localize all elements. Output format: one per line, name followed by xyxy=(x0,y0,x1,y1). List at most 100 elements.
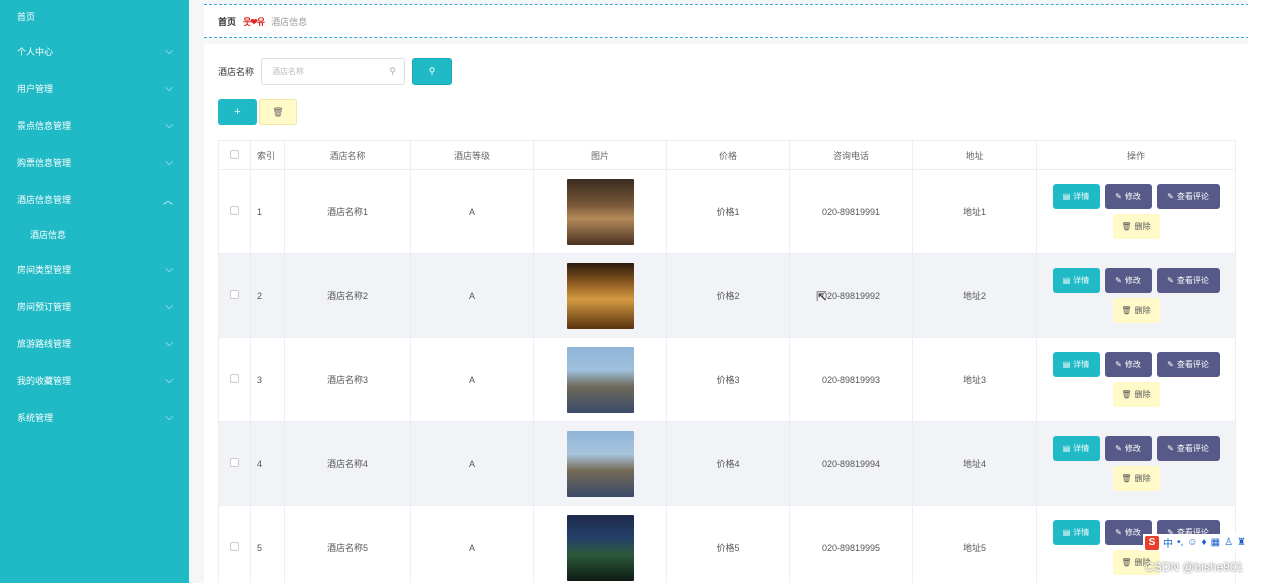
ime-chinese-mode[interactable]: 中 xyxy=(1163,535,1173,550)
hotel-address: 地址3 xyxy=(912,337,1037,422)
hotel-name: 酒店名称2 xyxy=(284,253,411,338)
hotel-phone: 020-89819995 xyxy=(789,505,913,583)
document-icon: ▤ xyxy=(1062,192,1071,201)
edit-button[interactable]: ✎ 修改 xyxy=(1104,352,1152,377)
action-row: + 🗑 xyxy=(218,99,297,125)
row-checkbox[interactable] xyxy=(230,458,239,467)
hotel-phone: 020-89819993 xyxy=(789,337,913,422)
sidebar-item-users[interactable]: 用户管理 ⌵ xyxy=(0,70,189,107)
sidebar-item-label: 酒店信息 xyxy=(30,230,67,240)
edit-label: 修改 xyxy=(1124,276,1141,285)
sidebar-item-system[interactable]: 系统管理 ⌵ xyxy=(0,399,189,436)
sidebar-item-hotels[interactable]: 酒店信息管理 ︿ xyxy=(0,181,189,218)
row-select-cell xyxy=(218,253,251,338)
chevron-down-icon: ⌵ xyxy=(165,338,173,349)
sidebar-item-label: 房间预订管理 xyxy=(17,302,72,312)
sidebar-item-room-booking[interactable]: 房间预订管理 ⌵ xyxy=(0,288,189,325)
column-header: 咨询电话 xyxy=(789,140,913,170)
skin-icon[interactable]: ♜ xyxy=(1237,537,1246,548)
hotel-name: 酒店名称3 xyxy=(284,337,411,422)
hotel-image xyxy=(566,178,634,245)
edit-label: 修改 xyxy=(1124,444,1141,453)
hotel-price: 价格3 xyxy=(666,337,790,422)
detail-label: 详情 xyxy=(1073,360,1090,369)
chevron-up-icon: ︿ xyxy=(163,196,173,207)
search-field[interactable]: ⚲ xyxy=(261,58,406,85)
edit-button[interactable]: ✎ 修改 xyxy=(1104,184,1152,209)
microphone-icon[interactable]: ♦ xyxy=(1202,537,1207,548)
sidebar: 首页 个人中心 ⌵ 用户管理 ⌵ 景点信息管理 ⌵ 购票信息管理 ⌵ 酒店信息管… xyxy=(0,0,189,583)
view-reviews-button[interactable]: ✎ 查看评论 xyxy=(1156,436,1220,461)
add-button[interactable]: + xyxy=(218,99,257,125)
delete-button[interactable]: 🗑 删除 xyxy=(1112,214,1160,239)
document-icon: ▤ xyxy=(1062,276,1071,285)
delete-button[interactable]: 🗑 删除 xyxy=(1112,466,1160,491)
batch-delete-button[interactable]: 🗑 xyxy=(259,99,297,125)
delete-button[interactable]: 🗑 删除 xyxy=(1112,382,1160,407)
hotel-level: A xyxy=(410,337,534,422)
row-select-cell xyxy=(218,169,251,254)
hotel-price: 价格2 xyxy=(666,253,790,338)
punctuation-icon[interactable]: •, xyxy=(1177,537,1183,548)
hotel-image-cell xyxy=(533,421,667,506)
sidebar-item-home[interactable]: 首页 xyxy=(0,0,189,33)
view-reviews-button[interactable]: ✎ 查看评论 xyxy=(1156,184,1220,209)
edit-label: 修改 xyxy=(1124,192,1141,201)
row-select-cell xyxy=(218,505,251,583)
document-icon: ▤ xyxy=(1062,528,1071,537)
keyboard-icon[interactable]: ▦ xyxy=(1211,537,1220,548)
detail-button[interactable]: ▤ 详情 xyxy=(1052,436,1100,461)
detail-label: 详情 xyxy=(1073,276,1090,285)
breadcrumb-home[interactable]: 首页 xyxy=(218,15,236,28)
trash-icon: 🗑 xyxy=(1121,474,1132,483)
row-checkbox[interactable] xyxy=(230,290,239,299)
sidebar-item-tickets[interactable]: 购票信息管理 ⌵ xyxy=(0,144,189,181)
document-icon: ▤ xyxy=(1062,444,1071,453)
detail-button[interactable]: ▤ 详情 xyxy=(1052,268,1100,293)
detail-button[interactable]: ▤ 详情 xyxy=(1052,184,1100,209)
emoji-icon[interactable]: ☺ xyxy=(1187,537,1197,548)
hotel-level: A xyxy=(410,169,534,254)
edit-button[interactable]: ✎ 修改 xyxy=(1104,268,1152,293)
chevron-down-icon: ⌵ xyxy=(165,157,173,168)
search-input[interactable] xyxy=(272,67,373,76)
trash-icon: 🗑 xyxy=(1121,558,1132,567)
hotel-name: 酒店名称4 xyxy=(284,421,411,506)
edit-label: 修改 xyxy=(1124,360,1141,369)
view-reviews-button[interactable]: ✎ 查看评论 xyxy=(1156,268,1220,293)
sidebar-item-room-types[interactable]: 房间类型管理 ⌵ xyxy=(0,251,189,288)
search-icon: ⚲ xyxy=(389,66,397,76)
table-header-row: 索引 酒店名称 酒店等级 图片 价格 咨询电话 地址 操作 xyxy=(218,140,1236,170)
view-reviews-label: 查看评论 xyxy=(1176,192,1209,201)
sidebar-item-attractions[interactable]: 景点信息管理 ⌵ xyxy=(0,107,189,144)
edit-button[interactable]: ✎ 修改 xyxy=(1104,436,1152,461)
sidebar-item-personal-center[interactable]: 个人中心 ⌵ xyxy=(0,33,189,70)
row-checkbox[interactable] xyxy=(230,374,239,383)
search-button[interactable]: ⚲ xyxy=(412,58,453,85)
sidebar-item-label: 购票信息管理 xyxy=(17,158,72,168)
view-reviews-button[interactable]: ✎ 查看评论 xyxy=(1156,352,1220,377)
sidebar-item-routes[interactable]: 旅游路线管理 ⌵ xyxy=(0,325,189,362)
delete-button[interactable]: 🗑 删除 xyxy=(1112,298,1160,323)
sidebar-subitem-hotel-info[interactable]: 酒店信息 xyxy=(0,218,189,251)
breadcrumb-separator-icon: 웃❤유 xyxy=(243,16,265,27)
sidebar-item-favorites[interactable]: 我的收藏管理 ⌵ xyxy=(0,362,189,399)
hotel-phone: 020-89819991 xyxy=(789,169,913,254)
hotel-address: 地址2 xyxy=(912,253,1037,338)
row-checkbox[interactable] xyxy=(230,206,239,215)
table-row: 1 酒店名称1 A 价格1 020-89819991 地址1 ▤ 详情 ✎ 修改 ✎… xyxy=(218,169,1236,254)
main-area: 首页 웃❤유 酒店信息 酒店名称 ⚲ ⚲ + 🗑 xyxy=(189,0,1269,583)
view-reviews-label: 查看评论 xyxy=(1176,360,1209,369)
detail-button[interactable]: ▤ 详情 xyxy=(1052,352,1100,377)
detail-button[interactable]: ▤ 详情 xyxy=(1052,520,1100,545)
hotel-image xyxy=(566,262,634,329)
row-select-cell xyxy=(218,421,251,506)
select-all-checkbox[interactable] xyxy=(230,149,239,159)
ime-toolbar[interactable]: S 中 •, ☺ ♦ ▦ ♙ ♜ xyxy=(1143,534,1269,551)
column-header: 索引 xyxy=(250,140,285,170)
delete-label: 删除 xyxy=(1134,222,1151,231)
chevron-down-icon: ⌵ xyxy=(165,83,173,94)
row-checkbox[interactable] xyxy=(230,542,239,551)
user-icon[interactable]: ♙ xyxy=(1224,537,1233,548)
pencil-icon: ✎ xyxy=(1115,276,1122,285)
